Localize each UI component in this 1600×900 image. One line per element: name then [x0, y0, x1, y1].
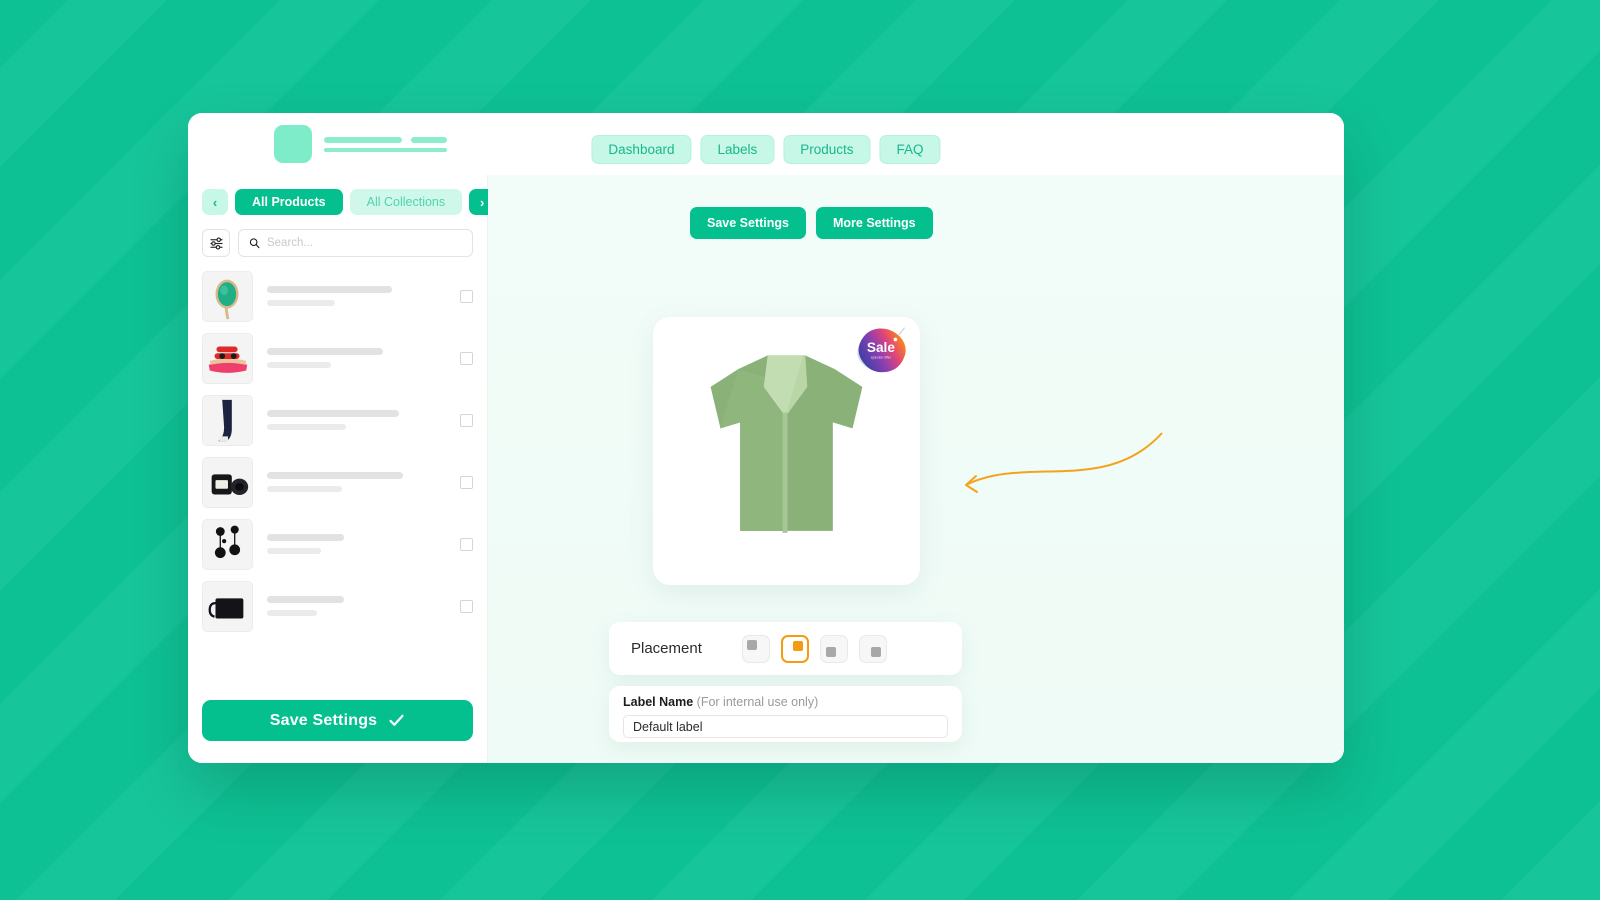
tab-products[interactable]: Products	[783, 135, 871, 164]
placeholder-line-secondary	[267, 548, 321, 554]
product-thumbnail-black-candle-jar	[202, 456, 253, 508]
table-row[interactable]	[202, 455, 473, 509]
search-input[interactable]	[266, 237, 462, 249]
connector-arrow	[965, 432, 1163, 493]
product-title-placeholder	[267, 534, 446, 554]
save-settings-button[interactable]: Save Settings	[202, 700, 473, 741]
check-icon	[389, 714, 404, 726]
placement-marker	[746, 639, 757, 650]
main-nav-tabs: Dashboard Labels Products FAQ	[591, 135, 941, 164]
placement-label: Placement	[631, 640, 702, 657]
product-checkbox[interactable]	[460, 413, 473, 427]
label-name-hint: (For internal use only)	[696, 695, 819, 709]
product-list	[202, 269, 473, 686]
table-row[interactable]	[202, 331, 473, 385]
product-checkbox[interactable]	[460, 351, 473, 365]
placement-options	[741, 634, 887, 663]
applied-sale-label[interactable]: Sale special offer	[848, 324, 912, 384]
search-box[interactable]	[238, 229, 473, 257]
placement-marker	[825, 646, 836, 657]
top-bar: Dashboard Labels Products FAQ	[188, 113, 1344, 175]
product-checkbox[interactable]	[460, 599, 473, 613]
brand-line-primary	[324, 136, 402, 143]
svg-text:Sale: Sale	[867, 340, 895, 355]
brand-line-secondary	[411, 136, 447, 143]
placement-card: Placement	[609, 622, 962, 675]
placeholder-line-secondary	[267, 610, 318, 616]
product-sidebar: ‹ All Products All Collections › Search.…	[188, 175, 496, 763]
product-title-placeholder	[267, 286, 446, 306]
canvas-actions: Save Settings More Settings	[690, 207, 933, 239]
product-checkbox[interactable]	[460, 289, 473, 303]
label-name-heading: Label Name	[623, 695, 694, 709]
save-settings-label: Save Settings	[269, 711, 378, 729]
sliders-icon	[210, 236, 222, 250]
placeholder-line-secondary	[267, 424, 346, 430]
product-thumbnail-red-pink-sandals	[202, 332, 253, 384]
scope-all-products[interactable]: All Products	[235, 189, 343, 215]
label-name-title: Label Name (For internal use only)	[623, 695, 948, 709]
app-window: Dashboard Labels Products FAQ ‹ All Prod…	[188, 113, 1344, 763]
product-thumbnail-black-clutch-bag	[202, 580, 253, 632]
main-canvas: Save Settings More Settings Sale special…	[488, 175, 1344, 763]
placeholder-line-primary	[267, 348, 384, 355]
tab-dashboard[interactable]: Dashboard	[591, 135, 692, 164]
placeholder-line-secondary	[267, 486, 343, 492]
placement-option-bottom-right[interactable]	[858, 634, 887, 663]
canvas-save-settings-button[interactable]: Save Settings	[690, 207, 806, 239]
svg-text:special offer: special offer	[871, 356, 892, 360]
product-title-placeholder	[267, 596, 446, 616]
sidebar-footer: Save Settings	[202, 686, 473, 763]
placeholder-line-primary	[267, 534, 344, 541]
product-title-placeholder	[267, 410, 446, 430]
brand-line-tertiary	[324, 147, 447, 152]
table-row[interactable]	[202, 269, 473, 323]
scope-all-collections[interactable]: All Collections	[349, 189, 463, 215]
table-row[interactable]	[202, 517, 473, 571]
product-checkbox[interactable]	[460, 475, 473, 489]
brand-area	[274, 125, 447, 163]
product-thumbnail-black-drop-earrings	[202, 518, 253, 570]
search-row	[202, 229, 473, 257]
placeholder-line-primary	[267, 596, 344, 603]
placeholder-line-primary	[267, 286, 393, 293]
placeholder-line-primary	[267, 472, 404, 479]
label-name-card: Label Name (For internal use only)	[609, 686, 962, 742]
product-title-placeholder	[267, 348, 446, 368]
product-thumbnail-navy-sock	[202, 394, 253, 446]
placement-option-top-left[interactable]	[741, 634, 770, 663]
label-name-input[interactable]	[623, 715, 948, 738]
filter-button[interactable]	[202, 229, 230, 257]
brand-placeholder-text	[324, 136, 447, 152]
placement-marker	[870, 646, 881, 657]
table-row[interactable]	[202, 579, 473, 633]
placement-marker-selected	[792, 640, 803, 651]
placement-option-bottom-left[interactable]	[819, 634, 848, 663]
product-preview-card[interactable]: Sale special offer	[653, 317, 920, 585]
placement-option-top-right[interactable]	[780, 634, 809, 663]
scope-prev-button[interactable]: ‹	[202, 189, 228, 215]
placeholder-line-secondary	[267, 362, 332, 368]
product-scope-switcher: ‹ All Products All Collections ›	[202, 189, 496, 215]
placeholder-line-secondary	[267, 300, 336, 306]
placeholder-line-primary	[267, 410, 400, 417]
product-checkbox[interactable]	[460, 537, 473, 551]
app-body: ‹ All Products All Collections › Search.…	[188, 175, 1344, 763]
product-thumbnail-green-gemstone-ring	[202, 270, 253, 322]
search-icon	[249, 238, 260, 249]
tab-labels[interactable]: Labels	[700, 135, 775, 164]
canvas-more-settings-button[interactable]: More Settings	[815, 207, 933, 239]
app-logo	[274, 125, 312, 163]
table-row[interactable]	[202, 393, 473, 447]
product-title-placeholder	[267, 472, 446, 492]
tab-faq[interactable]: FAQ	[879, 135, 941, 164]
